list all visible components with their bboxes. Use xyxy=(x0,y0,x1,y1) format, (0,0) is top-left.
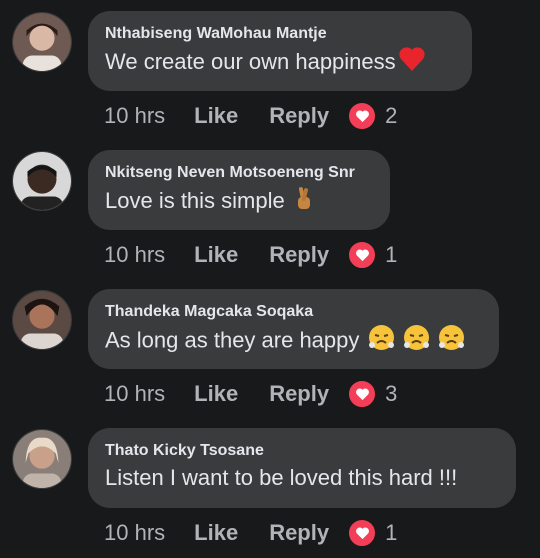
love-reaction-icon xyxy=(347,101,378,131)
reaction-summary[interactable]: 2 xyxy=(347,101,397,131)
comment-bubble: Thandeka Magcaka Soqaka As long as they … xyxy=(88,289,499,369)
comment-author[interactable]: Thato Kicky Tsosane xyxy=(105,441,498,461)
like-button[interactable]: Like xyxy=(194,381,238,407)
comment-actions: 10 hrs Like Reply 2 xyxy=(104,101,397,131)
love-reaction-icon xyxy=(347,240,378,270)
love-reaction-icon xyxy=(347,518,378,548)
reaction-summary[interactable]: 3 xyxy=(347,379,397,409)
reply-button[interactable]: Reply xyxy=(269,520,329,546)
reaction-count: 2 xyxy=(385,103,398,128)
comment-author[interactable]: Thandeka Magcaka Soqaka xyxy=(105,302,481,322)
reply-button[interactable]: Reply xyxy=(269,381,329,407)
avatar[interactable] xyxy=(12,290,72,350)
comment-text: Love is this simple xyxy=(105,185,372,219)
red-heart-emoji xyxy=(398,46,426,80)
reaction-count: 1 xyxy=(385,520,398,545)
like-button[interactable]: Like xyxy=(194,242,238,268)
comment-timestamp[interactable]: 10 hrs xyxy=(104,242,165,268)
love-reaction-icon xyxy=(347,379,378,409)
avatar[interactable] xyxy=(12,12,72,72)
comment-timestamp[interactable]: 10 hrs xyxy=(104,520,165,546)
reaction-summary[interactable]: 1 xyxy=(347,518,397,548)
comment-bubble: Nthabiseng WaMohau Mantje We create our … xyxy=(88,11,472,91)
comment-bubble: Thato Kicky Tsosane Listen I want to be … xyxy=(88,428,516,508)
comment-timestamp[interactable]: 10 hrs xyxy=(104,381,165,407)
avatar[interactable] xyxy=(12,151,72,211)
reaction-count: 1 xyxy=(385,242,398,267)
crossed-fingers-emoji xyxy=(293,185,315,219)
reaction-count: 3 xyxy=(385,381,398,406)
comment-text-content: We create our own happiness xyxy=(105,48,396,74)
comment-actions: 10 hrs Like Reply 1 xyxy=(104,518,397,548)
reply-button[interactable]: Reply xyxy=(269,242,329,268)
comment-author[interactable]: Nthabiseng WaMohau Mantje xyxy=(105,24,454,44)
face-with-steam-emoji xyxy=(403,324,430,359)
comment-actions: 10 hrs Like Reply 1 xyxy=(104,240,397,270)
comment-timestamp[interactable]: 10 hrs xyxy=(104,103,165,129)
avatar[interactable] xyxy=(12,429,72,489)
like-button[interactable]: Like xyxy=(194,520,238,546)
face-with-steam-emoji xyxy=(368,324,395,359)
reply-button[interactable]: Reply xyxy=(269,103,329,129)
comment-author[interactable]: Nkitseng Neven Motsoeneng Snr xyxy=(105,163,372,183)
comment-text: We create our own happiness xyxy=(105,46,454,80)
like-button[interactable]: Like xyxy=(194,103,238,129)
comment-text: Listen I want to be loved this hard !!! xyxy=(105,465,458,490)
face-with-steam-emoji xyxy=(438,324,465,359)
comment-actions: 10 hrs Like Reply 3 xyxy=(104,379,397,409)
comment-text-content: Love is this simple xyxy=(105,187,285,213)
comment-bubble: Nkitseng Neven Motsoeneng Snr Love is th… xyxy=(88,150,390,230)
comment-text: As long as they are happy xyxy=(105,324,481,359)
reaction-summary[interactable]: 1 xyxy=(347,240,397,270)
comment-text-content: As long as they are happy xyxy=(105,327,360,353)
